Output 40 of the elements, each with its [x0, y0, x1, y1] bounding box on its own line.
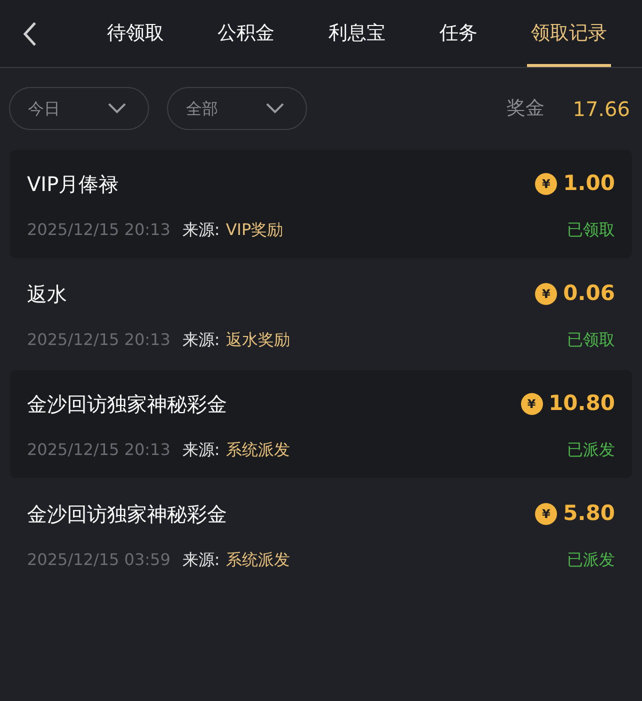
- source-label: 来源:: [182, 548, 220, 570]
- record-time: 2025/12/15 03:59: [27, 548, 170, 570]
- source-value: VIP奖励: [226, 218, 284, 240]
- record-time: 2025/12/15 20:13: [27, 438, 170, 460]
- record-amount: 5.80: [563, 500, 615, 527]
- source-value: 系统派发: [226, 438, 290, 460]
- source-label: 来源:: [182, 328, 220, 350]
- source-label: 来源:: [182, 218, 220, 240]
- record-amount: 1.00: [563, 170, 615, 197]
- chevron-down-icon: [108, 103, 126, 114]
- back-icon: [22, 20, 38, 46]
- source-label: 来源:: [182, 438, 220, 460]
- bonus-value: 17.66: [572, 96, 630, 122]
- record-status: 已领取: [567, 328, 615, 350]
- coin-icon: ¥: [520, 392, 543, 415]
- tab[interactable]: 领取记录: [527, 0, 612, 67]
- record-status: 已派发: [567, 548, 615, 570]
- record-title: 金沙回访独家神秘彩金: [27, 500, 227, 528]
- record-status: 已派发: [567, 438, 615, 460]
- tab[interactable]: 任务: [435, 0, 482, 67]
- record-time: 2025/12/15 20:13: [27, 218, 170, 240]
- filter-dropdown[interactable]: 今日: [9, 87, 149, 130]
- bonus-label: 奖金: [506, 96, 545, 122]
- coin-icon: ¥: [535, 502, 558, 525]
- record-time: 2025/12/15 20:13: [27, 328, 170, 350]
- record-title: 返水: [27, 280, 67, 308]
- source-value: 返水奖励: [226, 328, 290, 350]
- coin-icon: ¥: [535, 282, 558, 305]
- tab[interactable]: 利息宝: [324, 0, 390, 67]
- source-value: 系统派发: [226, 548, 290, 570]
- tab[interactable]: 待领取: [102, 0, 168, 67]
- tab[interactable]: 公积金: [214, 0, 279, 67]
- record-amount: 0.06: [563, 280, 615, 307]
- coin-icon: ¥: [535, 172, 558, 195]
- chevron-down-icon: [266, 103, 284, 114]
- filter-dropdown[interactable]: 全部: [167, 87, 307, 130]
- record-status: 已领取: [567, 218, 615, 240]
- record-title: VIP月俸禄: [27, 170, 119, 198]
- record-title: 金沙回访独家神秘彩金: [27, 390, 227, 418]
- record-amount: 10.80: [548, 390, 615, 417]
